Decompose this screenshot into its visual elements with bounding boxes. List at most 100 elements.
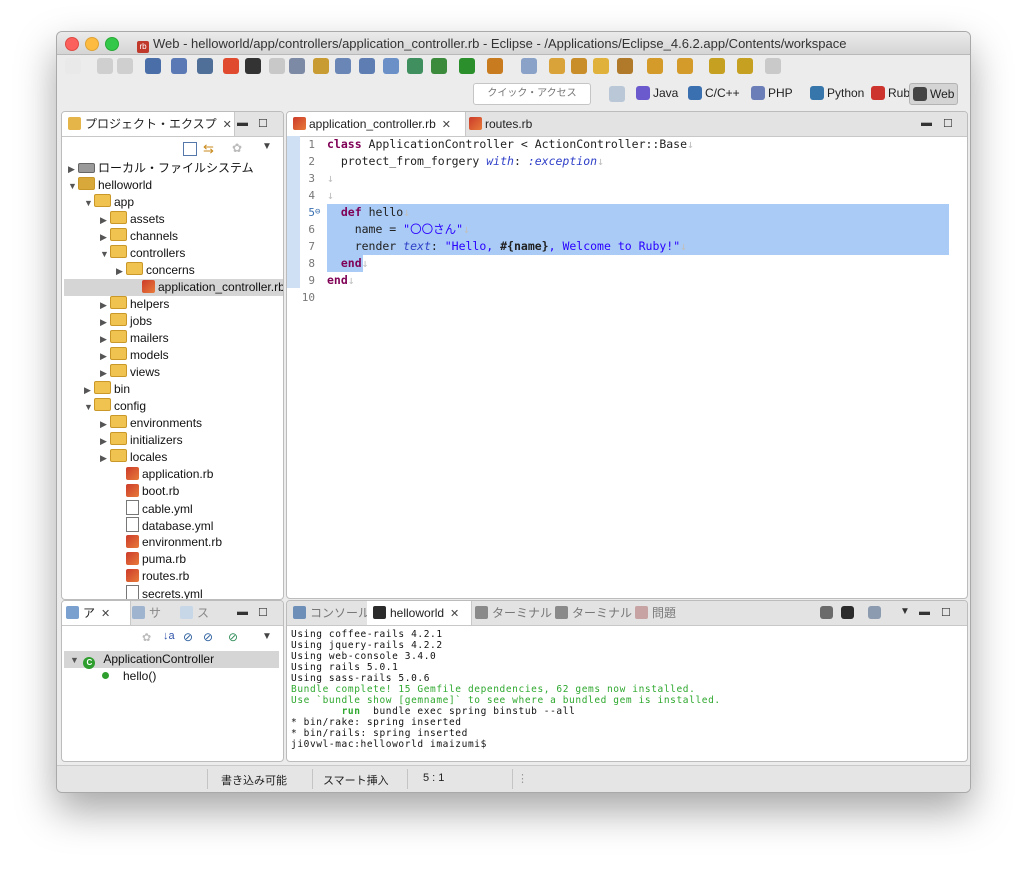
minimize-icon[interactable]: ▬ (237, 117, 248, 129)
outline-icon[interactable] (335, 58, 351, 74)
fold-icon[interactable]: ⊖ (315, 204, 320, 221)
tree-folder-channels[interactable]: ▶ channels (100, 228, 178, 245)
maximize-icon[interactable]: ☐ (941, 606, 951, 619)
tree-folder-bin[interactable]: ▶ bin (84, 381, 130, 398)
forward-icon[interactable] (737, 58, 753, 74)
back-icon[interactable] (709, 58, 725, 74)
tree-folder-models[interactable]: ▶ models (100, 347, 169, 364)
zoom-window-button[interactable] (105, 37, 119, 51)
expand-arrow-icon[interactable]: ▶ (116, 263, 126, 280)
close-icon[interactable]: ✕ (223, 119, 232, 131)
expand-arrow-icon[interactable]: ▶ (100, 331, 110, 348)
console-output[interactable]: Using coffee-rails 4.2.1 Using jquery-rai… (287, 625, 967, 761)
minimize-icon[interactable]: ▬ (919, 606, 930, 618)
tab-console-0[interactable]: コンソール (287, 601, 371, 625)
expand-arrow-icon[interactable]: ▶ (100, 365, 110, 382)
tree-folder-environments[interactable]: ▶ environments (100, 415, 202, 432)
tree-folder-helloworld[interactable]: ▼ helloworld (68, 177, 152, 194)
tree-folder-helpers[interactable]: ▶ helpers (100, 296, 169, 313)
tab-console-4[interactable]: 問題 (629, 601, 695, 625)
tree-folder-assets[interactable]: ▶ assets (100, 211, 165, 228)
paragraph-icon[interactable] (359, 58, 375, 74)
perspective-web[interactable]: Web (909, 83, 959, 105)
open-folder-icon[interactable] (571, 58, 587, 74)
minimize-window-button[interactable] (85, 37, 99, 51)
perspective-php[interactable]: PHP (748, 83, 796, 103)
collapse-arrow-icon[interactable]: ▼ (84, 195, 94, 212)
tree-folder-initializers[interactable]: ▶ initializers (100, 432, 183, 449)
edit-icon[interactable] (269, 58, 285, 74)
tree-file-environment.rb[interactable]: environment.rb (116, 534, 222, 551)
collapse-arrow-icon[interactable]: ▼ (68, 178, 78, 195)
prev-annotation-icon[interactable] (677, 58, 693, 74)
sort-icon[interactable]: ↓a (163, 630, 175, 642)
tab-server[interactable]: サ (132, 601, 161, 625)
pin-console-icon[interactable] (868, 606, 881, 619)
perspective-cc[interactable]: C/C++ (685, 83, 743, 103)
hide-static-icon[interactable]: ⊘ (203, 630, 213, 644)
link-editor-icon[interactable]: ⇆ (203, 141, 214, 157)
wtp-icon[interactable] (521, 58, 537, 74)
expand-arrow-icon[interactable]: ▶ (100, 433, 110, 450)
package-icon[interactable] (593, 58, 609, 74)
server-icon[interactable] (223, 58, 239, 74)
outline-class-row[interactable]: ▼ C ApplicationController (64, 651, 279, 669)
next-annotation-icon[interactable] (647, 58, 663, 74)
perspective-java[interactable]: Java (633, 83, 681, 103)
tree-folder-config[interactable]: ▼ config (84, 398, 146, 415)
filter-icon[interactable]: ✿ (142, 631, 151, 644)
tree-folder-app[interactable]: ▼ app (84, 194, 134, 211)
maximize-icon[interactable]: ☐ (258, 606, 268, 619)
expand-arrow-icon[interactable]: ▶ (68, 161, 78, 178)
tree-folder-locales[interactable]: ▶ locales (100, 449, 167, 466)
terminal-icon[interactable] (841, 606, 854, 619)
tree-folder-controllers[interactable]: ▼ controllers (100, 245, 185, 262)
tab-console-1[interactable]: helloworld ✕ (367, 601, 472, 625)
view-menu-icon[interactable]: ▼ (900, 606, 910, 617)
hide-nonpublic-icon[interactable]: ⊘ (228, 630, 238, 644)
tree-file-puma.rb[interactable]: puma.rb (116, 551, 186, 568)
tab-outline[interactable]: ア ✕ (62, 601, 131, 625)
minimize-icon[interactable]: ▬ (237, 606, 248, 618)
expand-arrow-icon[interactable]: ▶ (100, 450, 110, 467)
tree-folder-jobs[interactable]: ▶ jobs (100, 313, 152, 330)
close-window-button[interactable] (65, 37, 79, 51)
expand-arrow-icon[interactable]: ▶ (100, 212, 110, 229)
open-perspective-icon[interactable] (609, 86, 625, 102)
tab-application-controller[interactable]: application_controller.rb ✕ (287, 112, 466, 136)
expand-arrow-icon[interactable]: ▶ (100, 229, 110, 246)
tab-console-3[interactable]: ターミナル (549, 601, 633, 625)
tab-routes[interactable]: routes.rb (469, 112, 532, 136)
view-menu-icon[interactable]: ▼ (262, 141, 272, 152)
tab-project-explorer[interactable]: プロジェクト・エクスプ ✕ (62, 112, 235, 136)
filter-icon[interactable]: ✿ (232, 141, 242, 155)
expand-arrow-icon[interactable]: ▶ (100, 297, 110, 314)
search-icon[interactable] (313, 58, 329, 74)
nav-forward-icon[interactable] (765, 58, 781, 74)
collapse-all-icon[interactable] (183, 142, 197, 156)
tree-folder-views[interactable]: ▶ views (100, 364, 160, 381)
quick-access-input[interactable] (473, 83, 591, 105)
web-icon[interactable] (407, 58, 423, 74)
open-console-icon[interactable] (820, 606, 833, 619)
folder-icon[interactable] (549, 58, 565, 74)
coffee-icon[interactable] (289, 58, 305, 74)
close-icon[interactable]: ✕ (101, 608, 110, 620)
open-type-icon[interactable] (383, 58, 399, 74)
maximize-icon[interactable]: ☐ (258, 117, 268, 130)
tree-file-routes.rb[interactable]: routes.rb (116, 568, 189, 585)
tab-console-2[interactable]: ターミナル (469, 601, 553, 625)
expand-arrow-icon[interactable]: ▶ (100, 416, 110, 433)
terminal-icon[interactable] (245, 58, 261, 74)
expand-arrow-icon[interactable]: ▼ (70, 652, 80, 669)
tree-file-database.yml[interactable]: database.yml (116, 517, 213, 534)
collapse-arrow-icon[interactable]: ▼ (100, 246, 110, 263)
tree-file-secrets.yml[interactable]: secrets.yml (116, 585, 203, 599)
save-all-icon[interactable] (117, 58, 133, 74)
save-icon[interactable] (97, 58, 113, 74)
expand-arrow-icon[interactable]: ▶ (100, 348, 110, 365)
hide-fields-icon[interactable]: ⊘ (183, 630, 193, 644)
settings-icon[interactable] (197, 58, 213, 74)
close-icon[interactable]: ✕ (450, 608, 459, 620)
tree-folder-ローカル・ファイルシステム[interactable]: ▶ ローカル・ファイルシステム (68, 160, 254, 177)
